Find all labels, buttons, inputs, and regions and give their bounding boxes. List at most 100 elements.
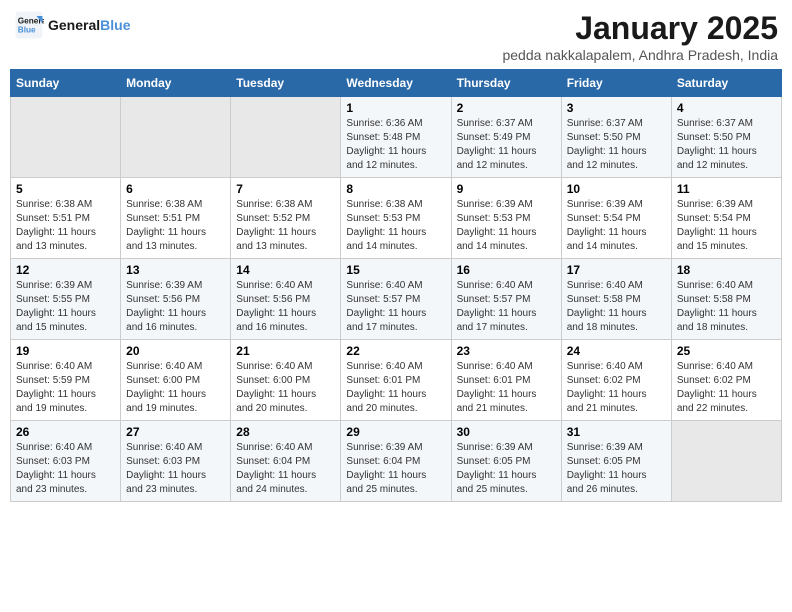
calendar-cell (121, 97, 231, 178)
weekday-header: Sunday (11, 70, 121, 97)
day-info: Sunrise: 6:39 AM Sunset: 5:54 PM Dayligh… (567, 198, 666, 254)
calendar-cell: 22Sunrise: 6:40 AM Sunset: 6:01 PM Dayli… (341, 340, 451, 421)
calendar-week-row: 1Sunrise: 6:36 AM Sunset: 5:48 PM Daylig… (11, 97, 782, 178)
weekday-header: Saturday (671, 70, 781, 97)
day-info: Sunrise: 6:40 AM Sunset: 6:03 PM Dayligh… (16, 441, 115, 497)
day-info: Sunrise: 6:39 AM Sunset: 6:04 PM Dayligh… (346, 441, 445, 497)
day-info: Sunrise: 6:39 AM Sunset: 6:05 PM Dayligh… (457, 441, 556, 497)
day-info: Sunrise: 6:40 AM Sunset: 5:56 PM Dayligh… (236, 279, 335, 335)
day-number: 25 (677, 344, 776, 358)
calendar-header: SundayMondayTuesdayWednesdayThursdayFrid… (11, 70, 782, 97)
logo-general: General (48, 17, 100, 33)
day-number: 7 (236, 182, 335, 196)
location: pedda nakkalapalem, Andhra Pradesh, Indi… (502, 47, 778, 63)
day-number: 28 (236, 425, 335, 439)
day-number: 14 (236, 263, 335, 277)
day-info: Sunrise: 6:40 AM Sunset: 5:57 PM Dayligh… (346, 279, 445, 335)
day-info: Sunrise: 6:40 AM Sunset: 5:58 PM Dayligh… (567, 279, 666, 335)
day-number: 5 (16, 182, 115, 196)
calendar-cell: 23Sunrise: 6:40 AM Sunset: 6:01 PM Dayli… (451, 340, 561, 421)
logo: General Blue GeneralBlue (14, 10, 130, 40)
day-number: 31 (567, 425, 666, 439)
day-info: Sunrise: 6:39 AM Sunset: 5:53 PM Dayligh… (457, 198, 556, 254)
day-number: 30 (457, 425, 556, 439)
day-number: 20 (126, 344, 225, 358)
calendar-cell: 3 Sunrise: 6:37 AM Sunset: 5:50 PM Daylig… (561, 97, 671, 178)
day-number: 12 (16, 263, 115, 277)
day-number: 13 (126, 263, 225, 277)
calendar-cell: 15 Sunrise: 6:40 AM Sunset: 5:57 PM Dayli… (341, 259, 451, 340)
day-info: Sunrise: 6:40 AM Sunset: 6:02 PM Dayligh… (677, 360, 776, 416)
page-header: General Blue GeneralBlue January 2025 pe… (10, 10, 782, 63)
calendar-cell: 27Sunrise: 6:40 AM Sunset: 6:03 PM Dayli… (121, 421, 231, 502)
day-number: 29 (346, 425, 445, 439)
day-number: 4 (677, 101, 776, 115)
day-info: Sunrise: 6:37 AM Sunset: 5:49 PM Dayligh… (457, 117, 556, 173)
logo-blue: Blue (100, 17, 130, 33)
calendar-cell: 7 Sunrise: 6:38 AM Sunset: 5:52 PM Daylig… (231, 178, 341, 259)
day-number: 23 (457, 344, 556, 358)
weekday-header: Monday (121, 70, 231, 97)
calendar-cell: 19Sunrise: 6:40 AM Sunset: 5:59 PM Dayli… (11, 340, 121, 421)
calendar-cell: 28 Sunrise: 6:40 AM Sunset: 6:04 PM Dayli… (231, 421, 341, 502)
month-title: January 2025 (502, 10, 778, 47)
weekday-row: SundayMondayTuesdayWednesdayThursdayFrid… (11, 70, 782, 97)
calendar-cell: 11Sunrise: 6:39 AM Sunset: 5:54 PM Dayli… (671, 178, 781, 259)
day-info: Sunrise: 6:38 AM Sunset: 5:52 PM Dayligh… (236, 198, 335, 254)
day-info: Sunrise: 6:37 AM Sunset: 5:50 PM Dayligh… (677, 117, 776, 173)
calendar-cell: 4 Sunrise: 6:37 AM Sunset: 5:50 PM Daylig… (671, 97, 781, 178)
calendar-cell: 5 Sunrise: 6:38 AM Sunset: 5:51 PM Daylig… (11, 178, 121, 259)
calendar-cell: 21Sunrise: 6:40 AM Sunset: 6:00 PM Dayli… (231, 340, 341, 421)
day-number: 19 (16, 344, 115, 358)
day-info: Sunrise: 6:38 AM Sunset: 5:53 PM Dayligh… (346, 198, 445, 254)
day-info: Sunrise: 6:36 AM Sunset: 5:48 PM Dayligh… (346, 117, 445, 173)
day-info: Sunrise: 6:37 AM Sunset: 5:50 PM Dayligh… (567, 117, 666, 173)
day-number: 24 (567, 344, 666, 358)
calendar-cell: 12Sunrise: 6:39 AM Sunset: 5:55 PM Dayli… (11, 259, 121, 340)
calendar-cell: 20 Sunrise: 6:40 AM Sunset: 6:00 PM Dayli… (121, 340, 231, 421)
day-number: 16 (457, 263, 556, 277)
calendar-cell: 29 Sunrise: 6:39 AM Sunset: 6:04 PM Dayli… (341, 421, 451, 502)
calendar-cell: 26 Sunrise: 6:40 AM Sunset: 6:03 PM Dayli… (11, 421, 121, 502)
day-number: 10 (567, 182, 666, 196)
calendar-cell: 9 Sunrise: 6:39 AM Sunset: 5:53 PM Daylig… (451, 178, 561, 259)
calendar-cell: 6Sunrise: 6:38 AM Sunset: 5:51 PM Daylig… (121, 178, 231, 259)
day-number: 15 (346, 263, 445, 277)
day-number: 18 (677, 263, 776, 277)
day-number: 8 (346, 182, 445, 196)
day-number: 27 (126, 425, 225, 439)
day-number: 22 (346, 344, 445, 358)
calendar-cell: 24Sunrise: 6:40 AM Sunset: 6:02 PM Dayli… (561, 340, 671, 421)
day-info: Sunrise: 6:39 AM Sunset: 5:56 PM Dayligh… (126, 279, 225, 335)
day-number: 17 (567, 263, 666, 277)
day-info: Sunrise: 6:40 AM Sunset: 5:58 PM Dayligh… (677, 279, 776, 335)
calendar-cell: 17 Sunrise: 6:40 AM Sunset: 5:58 PM Dayli… (561, 259, 671, 340)
calendar-cell: 10 Sunrise: 6:39 AM Sunset: 5:54 PM Dayli… (561, 178, 671, 259)
day-info: Sunrise: 6:39 AM Sunset: 6:05 PM Dayligh… (567, 441, 666, 497)
calendar-table: SundayMondayTuesdayWednesdayThursdayFrid… (10, 69, 782, 502)
day-info: Sunrise: 6:38 AM Sunset: 5:51 PM Dayligh… (126, 198, 225, 254)
calendar-cell: 31 Sunrise: 6:39 AM Sunset: 6:05 PM Dayli… (561, 421, 671, 502)
calendar-cell: 25 Sunrise: 6:40 AM Sunset: 6:02 PM Dayli… (671, 340, 781, 421)
day-info: Sunrise: 6:38 AM Sunset: 5:51 PM Dayligh… (16, 198, 115, 254)
day-info: Sunrise: 6:40 AM Sunset: 6:00 PM Dayligh… (126, 360, 225, 416)
day-number: 11 (677, 182, 776, 196)
calendar-cell (11, 97, 121, 178)
calendar-week-row: 5 Sunrise: 6:38 AM Sunset: 5:51 PM Daylig… (11, 178, 782, 259)
day-number: 2 (457, 101, 556, 115)
logo-icon: General Blue (14, 10, 44, 40)
calendar-week-row: 12Sunrise: 6:39 AM Sunset: 5:55 PM Dayli… (11, 259, 782, 340)
weekday-header: Friday (561, 70, 671, 97)
calendar-cell: 8 Sunrise: 6:38 AM Sunset: 5:53 PM Daylig… (341, 178, 451, 259)
weekday-header: Tuesday (231, 70, 341, 97)
svg-text:Blue: Blue (18, 26, 36, 35)
day-number: 9 (457, 182, 556, 196)
day-info: Sunrise: 6:40 AM Sunset: 6:04 PM Dayligh… (236, 441, 335, 497)
day-number: 3 (567, 101, 666, 115)
day-number: 26 (16, 425, 115, 439)
day-info: Sunrise: 6:40 AM Sunset: 6:00 PM Dayligh… (236, 360, 335, 416)
calendar-cell (231, 97, 341, 178)
calendar-cell: 2 Sunrise: 6:37 AM Sunset: 5:49 PM Daylig… (451, 97, 561, 178)
calendar-cell: 1Sunrise: 6:36 AM Sunset: 5:48 PM Daylig… (341, 97, 451, 178)
calendar-cell: 13 Sunrise: 6:39 AM Sunset: 5:56 PM Dayli… (121, 259, 231, 340)
